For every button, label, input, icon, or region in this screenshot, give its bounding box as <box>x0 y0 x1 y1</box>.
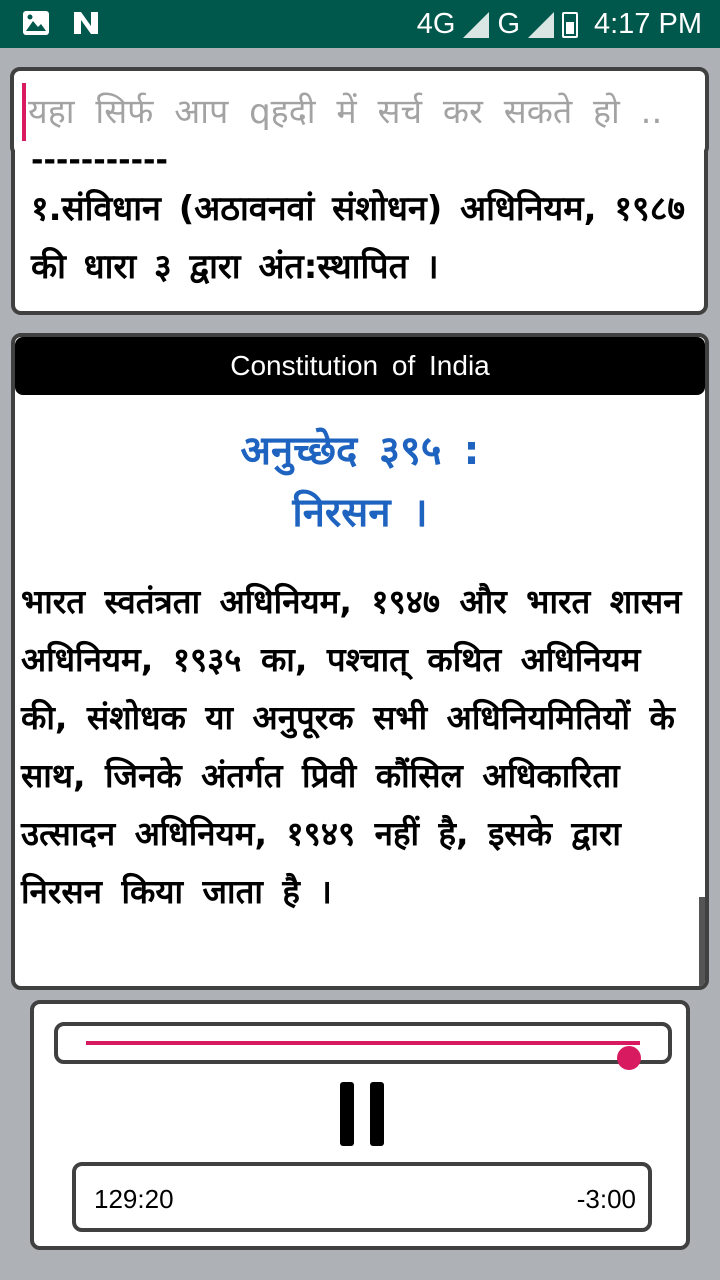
elapsed-time: 129:20 <box>94 1184 174 1214</box>
time-display: 129:20 -3:00 <box>72 1162 652 1232</box>
network-g-label: G <box>497 8 520 40</box>
search-input[interactable] <box>28 71 703 153</box>
text-cursor <box>22 83 26 141</box>
card-header-title: Constitution of India <box>15 337 705 395</box>
audio-player: 129:20 -3:00 <box>30 1000 690 1250</box>
scrollbar[interactable] <box>699 897 705 986</box>
n-app-icon <box>74 12 98 34</box>
footnote-text: १.संविधान (अठावनवां संशोधन) अधिनियम, १९८… <box>31 189 686 287</box>
article-number: अनुच्छेद ३९५ : <box>240 428 480 474</box>
pause-icon <box>370 1082 384 1146</box>
pause-icon <box>340 1082 354 1146</box>
pause-button[interactable] <box>340 1082 384 1146</box>
separator-dashes: ----------- <box>31 150 168 172</box>
seek-bar[interactable] <box>54 1022 672 1070</box>
article-card: Constitution of India अनुच्छेद ३९५ : निर… <box>11 333 709 990</box>
signal-icon <box>528 11 554 38</box>
signal-icon <box>463 11 490 38</box>
search-box[interactable] <box>10 67 709 157</box>
previous-article-card: ----------- १.संविधान (अठावनवां संशोधन) … <box>11 150 708 315</box>
battery-icon <box>562 11 578 38</box>
network-4g-label: 4G <box>416 8 456 40</box>
clock: 4:17 PM <box>594 8 702 40</box>
status-bar: 4G G 4:17 PM <box>0 0 720 48</box>
seek-track[interactable] <box>86 1041 641 1070</box>
article-body: भारत स्वतंत्रता अधिनियम, १९४७ और भारत शा… <box>21 582 682 911</box>
remaining-time: -3:00 <box>576 1184 636 1214</box>
article-title: निरसन । <box>292 490 428 536</box>
seek-thumb[interactable] <box>616 1046 641 1070</box>
image-icon <box>23 11 49 35</box>
